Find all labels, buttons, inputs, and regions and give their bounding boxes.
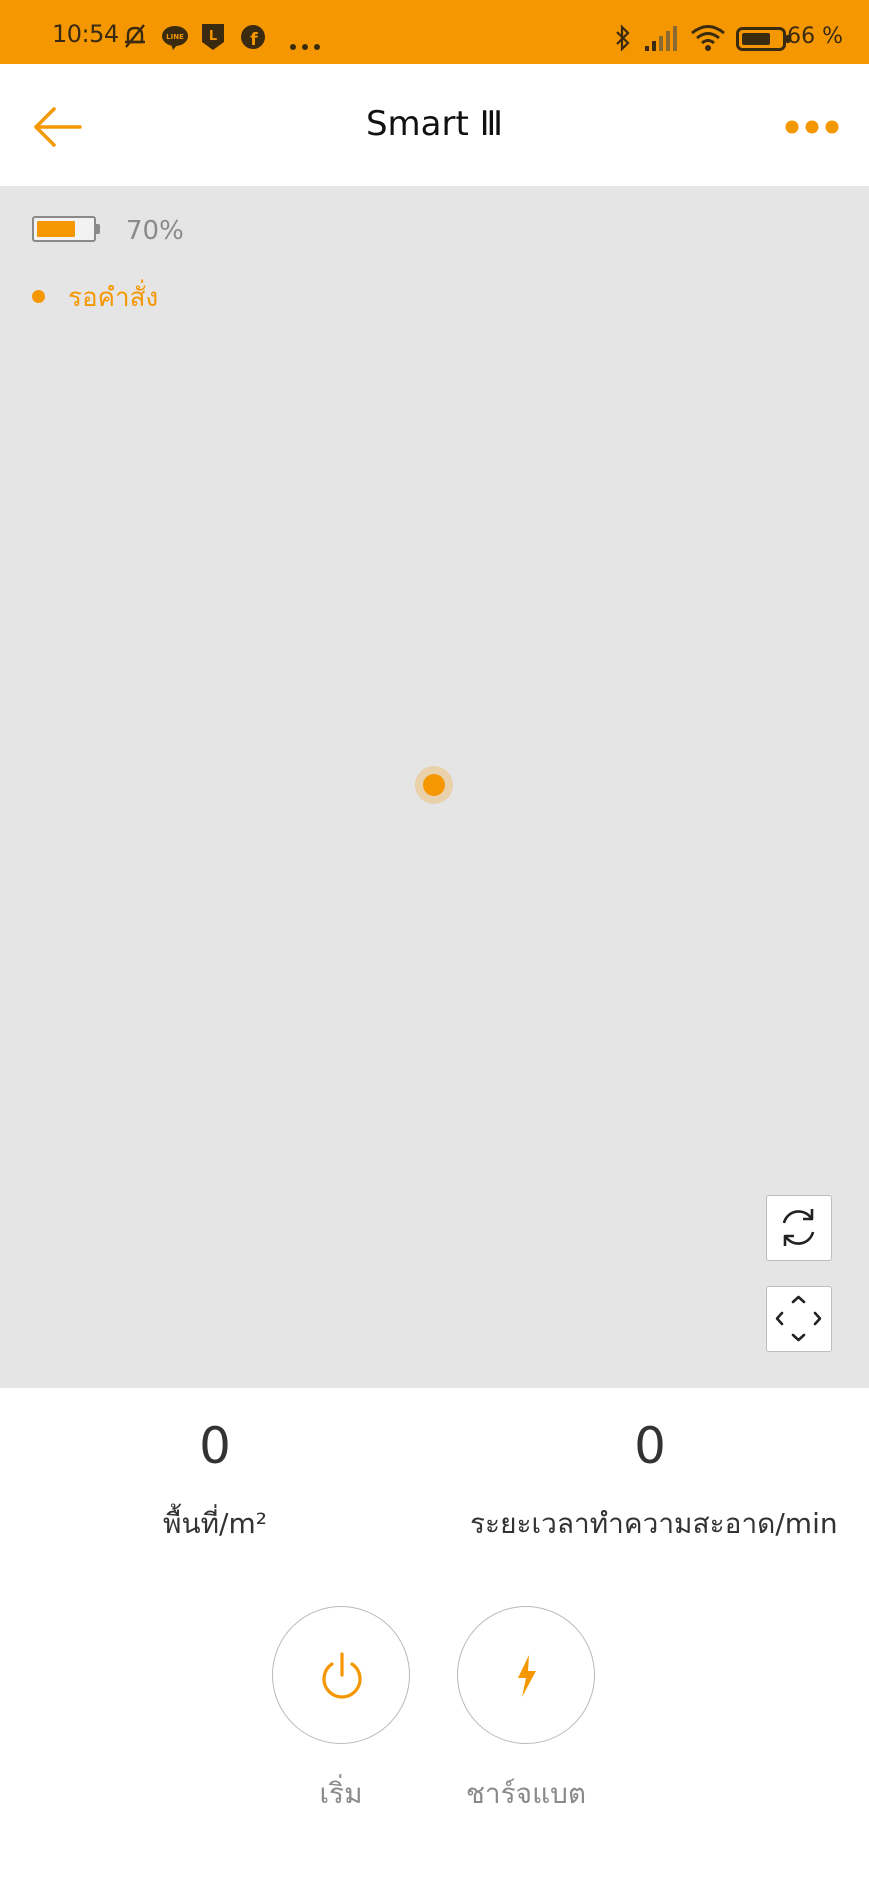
device-battery-percent: 70% — [126, 216, 184, 246]
start-button[interactable] — [272, 1606, 410, 1744]
power-icon — [322, 1652, 362, 1699]
refresh-icon — [782, 1209, 815, 1246]
charge-label: ชาร์จแบต — [465, 1777, 587, 1810]
battery-icon — [736, 26, 792, 56]
start-label: เริ่ม — [319, 1777, 363, 1810]
cleaning-time-stat: 0 ระยะเวลาทำความสะอาด/min — [470, 1408, 838, 1544]
lightning-icon — [518, 1655, 536, 1697]
line-app-icon: LINE — [161, 24, 189, 54]
app-screen: 10:54 LINE L f 66 % Smart Ⅲ 70% รอคำสั่ง… — [0, 0, 869, 1883]
area-stat: 0 พื้นที่/m² — [70, 1408, 360, 1544]
more-options-button[interactable] — [783, 112, 841, 142]
device-status-label: รอคำสั่ง — [68, 283, 159, 313]
recenter-arrows-icon — [775, 1295, 822, 1342]
page-title: Smart Ⅲ — [365, 104, 504, 144]
start-action: เริ่ม — [270, 1606, 412, 1812]
signal-icon — [644, 26, 678, 56]
cleaning-map[interactable]: 70% รอคำสั่ง — [0, 186, 869, 1388]
status-dot — [32, 290, 45, 303]
svg-text:LINE: LINE — [166, 33, 184, 41]
bluetooth-icon — [614, 24, 632, 56]
muted-bell-icon — [120, 21, 150, 55]
device-battery-icon — [32, 216, 96, 242]
status-battery-text: 66 % — [787, 24, 843, 49]
refresh-map-button[interactable] — [766, 1195, 832, 1261]
area-label: พื้นที่/m² — [163, 1507, 267, 1540]
device-battery-fill — [37, 221, 75, 237]
status-time: 10:54 — [52, 20, 119, 48]
robot-position-marker — [415, 766, 453, 804]
cleaning-time-label: ระยะเวลาทำความสะอาด/min — [470, 1507, 838, 1540]
status-bar: 10:54 LINE L f 66 % — [0, 0, 869, 64]
cleaning-time-value: 0 — [634, 1417, 666, 1475]
app-header: Smart Ⅲ — [0, 64, 869, 186]
area-value: 0 — [199, 1417, 231, 1475]
more-dots-icon — [289, 36, 323, 55]
l-app-icon: L — [200, 22, 226, 56]
svg-text:f: f — [250, 30, 258, 50]
wifi-icon — [690, 24, 726, 56]
facebook-icon: f — [240, 24, 266, 54]
svg-text:L: L — [209, 29, 217, 44]
more-dots-icon — [785, 120, 839, 134]
recenter-map-button[interactable] — [766, 1286, 832, 1352]
charge-button[interactable] — [457, 1606, 595, 1744]
charge-action: ชาร์จแบต — [455, 1606, 597, 1812]
